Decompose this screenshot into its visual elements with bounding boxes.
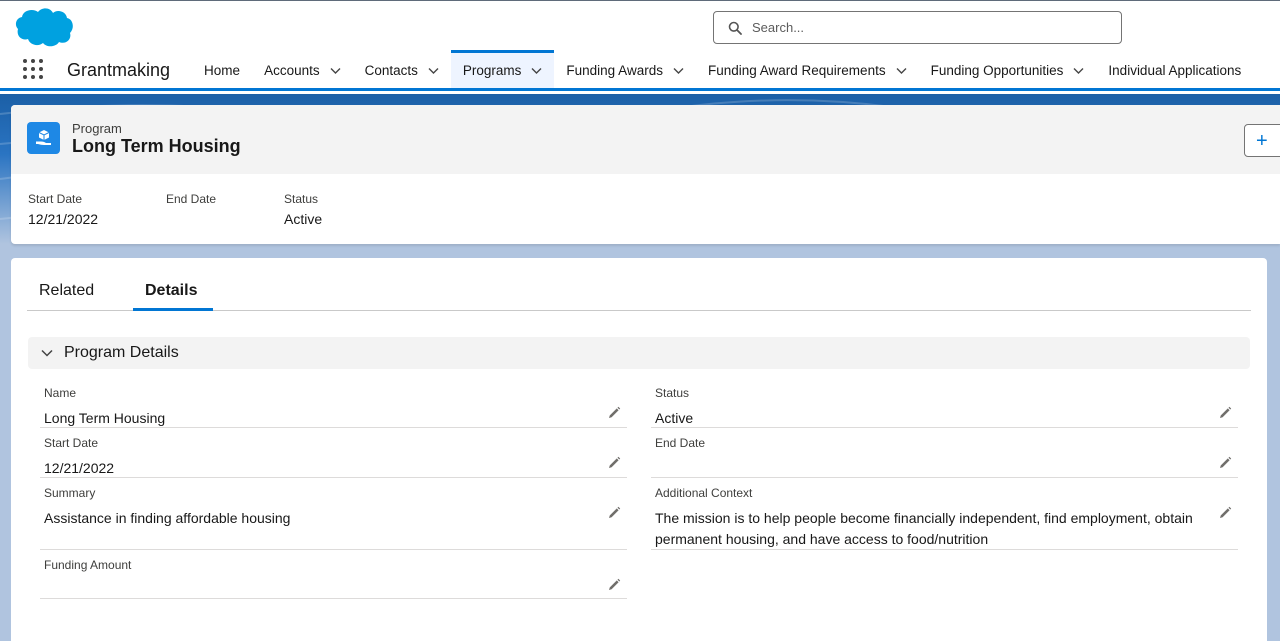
app-launcher-waffle-icon[interactable] [23,59,45,81]
nav-item-label: Programs [462,63,522,78]
field-value: Assistance in finding affordable housing [44,510,291,526]
section-header-program-details[interactable]: Program Details [28,337,1250,369]
edit-pencil-icon[interactable] [1218,406,1232,420]
search-input[interactable] [752,20,1092,35]
record-tabs: Related Details [27,272,1251,311]
chevron-down-icon[interactable] [428,65,439,76]
record-highlights-panel: Program Long Term Housing + Start Date 1… [11,105,1280,244]
highlight-status: Status Active [284,192,322,227]
highlight-start-date: Start Date 12/21/2022 [28,192,98,227]
nav-item-individual-applications[interactable]: Individual Applications [1096,50,1253,88]
field-name: Name Long Term Housing [40,380,627,428]
nav-item-label: Contacts [364,63,418,78]
edit-pencil-icon[interactable] [607,456,621,470]
nav-item-programs[interactable]: Programs [450,50,555,88]
field-value: The mission is to help people become fin… [655,510,1193,547]
nav-item-label: Funding Award Requirements [707,63,886,78]
field-value: Active [655,410,694,426]
nav-item-label: Home [204,63,241,78]
field-label: Name [44,386,77,400]
follow-button[interactable]: + [1244,124,1280,157]
highlight-end-date: End Date [166,192,216,227]
chevron-down-icon [40,346,54,360]
search-icon [728,21,742,35]
field-value: Long Term Housing [44,410,166,426]
highlight-label: Start Date [28,192,83,206]
edit-pencil-icon[interactable] [1218,456,1232,470]
highlight-label: End Date [166,192,217,206]
salesforce-logo[interactable] [14,6,74,48]
tab-related[interactable]: Related [39,272,111,311]
nav-item-contacts[interactable]: Contacts [353,50,451,88]
field-label: Start Date [44,436,99,450]
chevron-down-icon[interactable] [1073,65,1084,76]
field-label: Summary [44,486,96,500]
program-icon [27,122,60,154]
global-header [0,0,1280,50]
nav-item-home[interactable]: Home [192,50,252,88]
record-header: Program Long Term Housing + [11,105,1280,174]
nav-item-label: Funding Awards [566,63,663,78]
global-search[interactable] [713,11,1122,44]
chevron-down-icon[interactable] [330,65,341,76]
field-additional-context: Additional Context The mission is to hel… [651,480,1238,550]
app-navigation-bar: Grantmaking Home Accounts Contacts Progr… [0,50,1280,91]
tab-details[interactable]: Details [133,272,213,311]
record-title: Long Term Housing [72,136,241,156]
field-label: End Date [655,436,706,450]
edit-pencil-icon[interactable] [1218,506,1232,520]
section-title: Program Details [64,344,179,361]
nav-item-accounts[interactable]: Accounts [252,50,353,88]
field-summary: Summary Assistance in finding affordable… [40,480,627,550]
field-end-date: End Date [651,430,1238,478]
record-details-card: Related Details Program Details Name Lon… [11,258,1267,641]
app-name: Grantmaking [67,60,171,80]
chevron-down-icon[interactable] [673,65,684,76]
nav-item-label: Funding Opportunities [930,63,1064,78]
edit-pencil-icon[interactable] [607,506,621,520]
nav-item-funding-awards[interactable]: Funding Awards [554,50,696,88]
field-value: 12/21/2022 [44,460,115,476]
record-type-label: Program [72,121,122,136]
highlight-value: 12/21/2022 [28,211,99,227]
highlights-fields: Start Date 12/21/2022 End Date Status Ac… [11,174,1280,244]
field-label: Additional Context [655,486,753,500]
field-label: Status [655,386,690,400]
highlight-value [166,211,216,227]
chevron-down-icon[interactable] [896,65,907,76]
nav-item-label: Accounts [264,63,320,78]
nav-item-funding-opportunities[interactable]: Funding Opportunities [919,50,1097,88]
edit-pencil-icon[interactable] [607,578,621,592]
highlight-label: Status [284,192,319,206]
nav-item-label: Individual Applications [1108,63,1242,78]
field-status: Status Active [651,380,1238,428]
field-funding-amount: Funding Amount [40,552,627,599]
chevron-down-icon[interactable] [531,65,542,76]
nav-item-funding-award-requirements[interactable]: Funding Award Requirements [696,50,919,88]
field-start-date: Start Date 12/21/2022 [40,430,627,478]
edit-pencil-icon[interactable] [607,406,621,420]
field-label: Funding Amount [44,558,132,572]
highlight-value: Active [284,211,323,227]
